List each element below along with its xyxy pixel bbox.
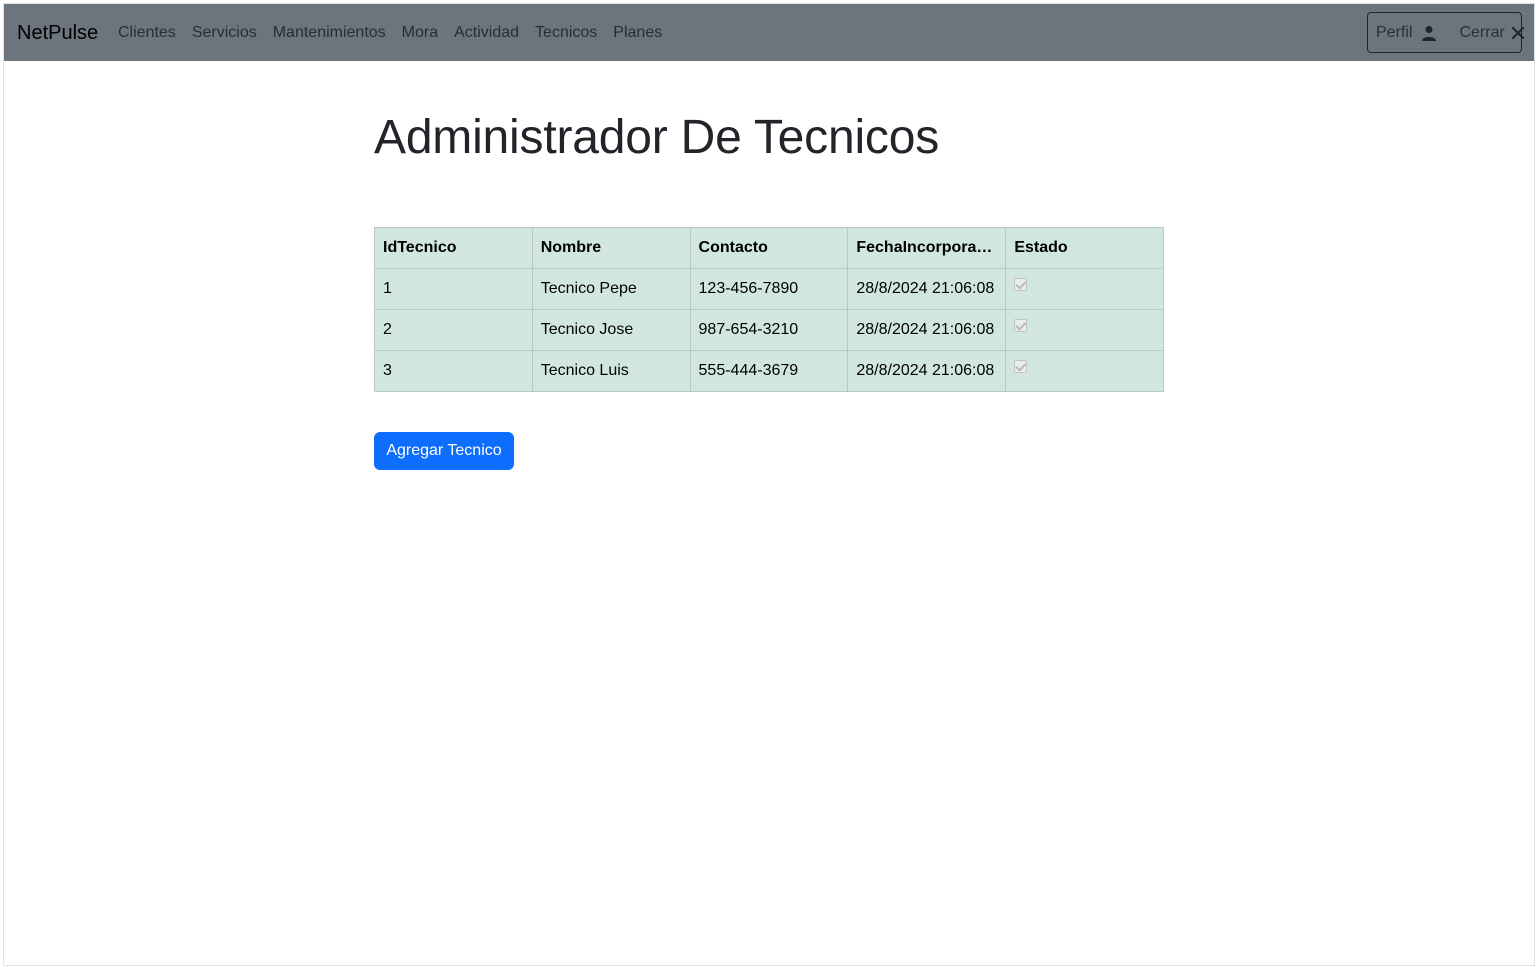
nav-link-mantenimientos[interactable]: Mantenimientos [273,23,386,43]
logout-label: Cerrar [1459,23,1505,41]
estado-checkbox [1014,278,1028,291]
column-header-fecha: FechaIncorporac... [847,227,1007,269]
cell-contacto: 987-654-3210 [689,309,849,351]
table-row: 1 Tecnico Pepe 123-456-7890 28/8/2024 21… [374,268,1164,310]
nav-link-mora[interactable]: Mora [402,23,438,43]
cell-estado [1005,350,1164,392]
navbar: NetPulse Clientes Servicios Mantenimient… [4,4,1534,61]
cell-nombre: Tecnico Luis [531,350,691,392]
table-row: 3 Tecnico Luis 555-444-3679 28/8/2024 21… [374,350,1164,392]
nav-link-actividad[interactable]: Actividad [454,23,519,43]
nav-link-tecnicos[interactable]: Tecnicos [535,23,597,43]
user-icon [1422,25,1437,41]
nav-links: Clientes Servicios Mantenimientos Mora A… [118,23,662,43]
cell-fecha: 28/8/2024 21:06:08 [847,350,1007,392]
column-header-estado: Estado [1005,227,1164,269]
column-header-contacto: Contacto [689,227,849,269]
table-header-row: IdTecnico Nombre Contacto FechaIncorpora… [374,227,1164,269]
logout-link[interactable]: Cerrar [1459,23,1524,42]
nav-link-servicios[interactable]: Servicios [192,23,257,43]
table-row: 2 Tecnico Jose 987-654-3210 28/8/2024 21… [374,309,1164,351]
cell-fecha: 28/8/2024 21:06:08 [847,268,1007,310]
nav-link-clientes[interactable]: Clientes [118,23,176,43]
cell-id: 3 [374,350,533,392]
profile-label: Perfil [1376,23,1413,41]
estado-checkbox [1014,319,1028,332]
column-header-nombre: Nombre [531,227,691,269]
add-tecnico-button[interactable]: Agregar Tecnico [374,432,514,470]
column-header-idtecnico: IdTecnico [374,227,533,269]
nav-link-planes[interactable]: Planes [613,23,662,43]
cell-id: 2 [374,309,533,351]
estado-checkbox [1014,360,1028,373]
cell-fecha: 28/8/2024 21:06:08 [847,309,1007,351]
user-menu: Perfil Cerrar [1367,12,1524,53]
close-icon [1511,26,1524,39]
tecnicos-table: IdTecnico Nombre Contacto FechaIncorpora… [374,227,1164,392]
cell-nombre: Tecnico Pepe [531,268,691,310]
cell-nombre: Tecnico Jose [531,309,691,351]
profile-link[interactable]: Perfil [1376,24,1437,42]
app-window: NetPulse Clientes Servicios Mantenimient… [3,3,1535,966]
page-title: Administrador De Tecnicos [374,111,940,164]
cell-contacto: 123-456-7890 [689,268,849,310]
brand-logo[interactable]: NetPulse [17,21,98,45]
cell-id: 1 [374,268,533,310]
cell-estado [1005,309,1164,351]
cell-estado [1005,268,1164,310]
cell-contacto: 555-444-3679 [689,350,849,392]
